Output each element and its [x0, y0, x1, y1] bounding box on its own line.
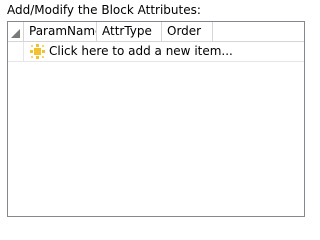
sparkle-new-item-icon — [30, 44, 45, 59]
select-all-corner[interactable] — [8, 22, 24, 41]
add-new-item-row[interactable]: Click here to add a new item... — [8, 42, 304, 62]
column-header-paramname[interactable]: ParamName — [24, 22, 97, 41]
grid-header-row: ParamName AttrType Order — [8, 22, 304, 42]
add-new-item-label[interactable]: Click here to add a new item... — [49, 42, 233, 61]
attributes-grid[interactable]: ParamName AttrType Order Click here to a… — [7, 21, 305, 217]
new-row-header[interactable] — [8, 42, 24, 61]
block-attributes-caption: Add/Modify the Block Attributes: — [7, 3, 201, 17]
column-header-order[interactable]: Order — [162, 22, 213, 41]
column-header-attrtype[interactable]: AttrType — [97, 22, 162, 41]
select-all-triangle-icon — [11, 29, 20, 38]
